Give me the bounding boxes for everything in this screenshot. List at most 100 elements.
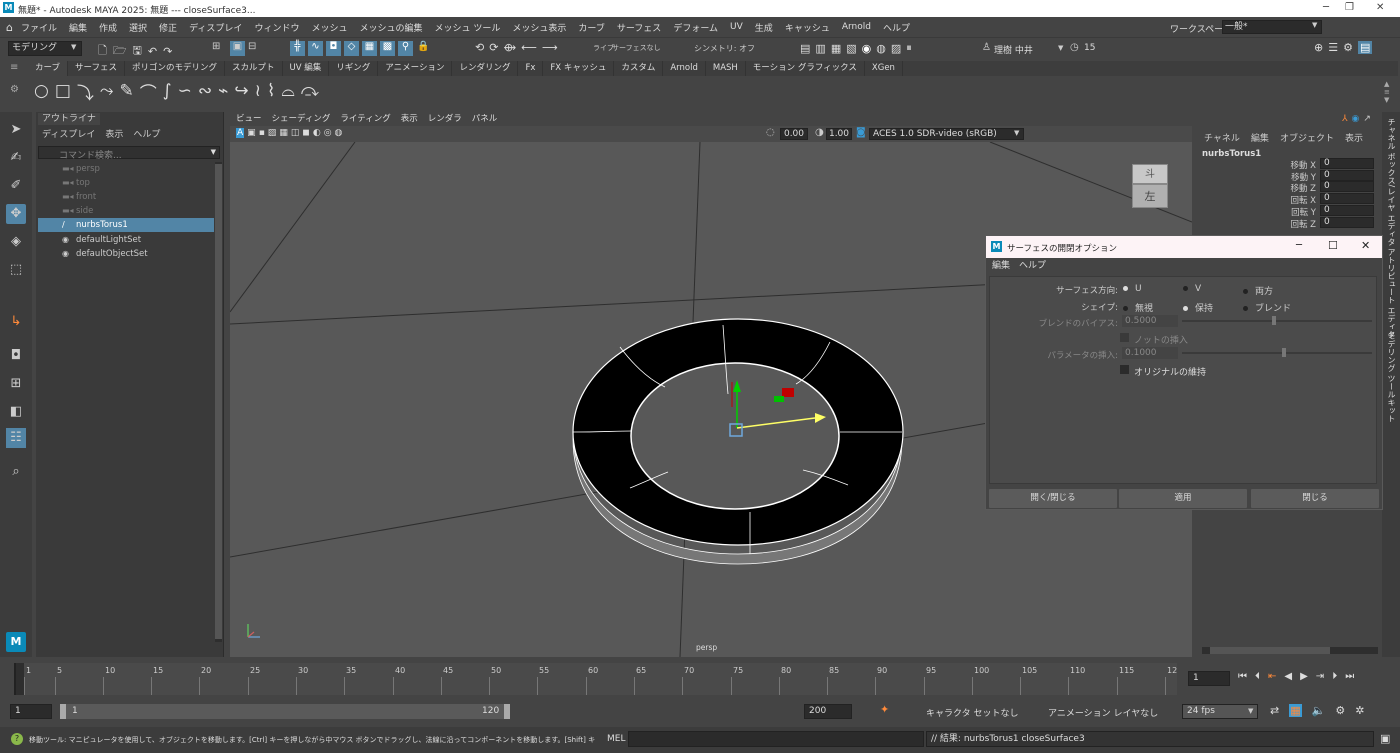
menu-item[interactable]: 作成 [99,21,117,34]
camera-attr-icon[interactable]: ▣ [247,128,256,138]
menu-item[interactable]: メッシュ [311,21,347,34]
minimize-button[interactable]: ─ [1323,2,1329,13]
attach-curves-icon[interactable]: ∽ [178,81,192,101]
shelf-tab[interactable]: アニメーション [378,61,453,76]
loop-icon[interactable]: ⇄ [1270,704,1279,717]
fillet-curve-icon[interactable]: ⤼ [301,81,319,101]
step-back-frame-icon[interactable]: ⏴ [1255,671,1260,682]
dialog-title-bar[interactable]: M サーフェスの開閉オプション ─ ☐ ✕ [986,236,1382,258]
home-icon[interactable]: ⌂ [6,21,13,34]
close-dialog-button[interactable]: 閉じる [1251,489,1379,508]
smooth-shade-icon[interactable]: ◼ [302,128,309,138]
channelbox-menu-item[interactable]: オブジェクト [1280,131,1334,144]
play-backward-icon[interactable]: ◀ [1284,671,1292,682]
settings-icon[interactable]: ✲ [1355,704,1364,717]
radio-button[interactable] [1183,286,1188,291]
radio-option[interactable]: 両方 [1243,284,1273,297]
shelf-scroll[interactable]: ▲ ≡ ▼ [1384,80,1390,104]
select-component-icon[interactable]: ⊟ [248,41,263,56]
view-cube-left[interactable]: 左 [1132,184,1168,208]
cv-curve-icon[interactable]: ⤵ [77,79,94,104]
workspace-dropdown-icon[interactable]: ▼ [1312,21,1317,29]
camera-select-icon[interactable]: A [236,128,245,138]
render-view-icon[interactable]: ▤ [800,42,810,55]
nurbs-torus[interactable] [572,318,904,565]
two-pane-icon[interactable]: ◧ [6,402,26,422]
output-ops-icon[interactable]: ⟴ [503,41,516,54]
pause-render-icon[interactable]: ⏸ [906,41,912,55]
insert-knot-checkbox[interactable] [1120,333,1129,342]
shelf-tab[interactable]: XGen [865,61,903,76]
sound-icon[interactable]: 🔈 [1312,704,1326,717]
shelf-tab[interactable]: UV 編集 [283,61,330,76]
menu-set-dropdown-icon[interactable]: ▼ [71,43,76,51]
channel-label[interactable]: 移動 X [1238,159,1316,171]
channelbox-menu-item[interactable]: 表示 [1345,131,1363,144]
shelf-tab[interactable]: スカルプト [225,61,283,76]
menu-item[interactable]: UV [730,22,743,32]
snap-curve-icon[interactable]: ∿ [308,41,323,56]
select-hierarchy-icon[interactable]: ⊞ [212,41,227,56]
time-slider-track[interactable]: 1 5 10 15 20 25 30 35 40 45 50 55 60 65 70 75 80 85 90 95 10… [14,663,1177,695]
current-frame-field[interactable]: 1 [1188,671,1230,686]
redo-icon[interactable]: ↷ [163,45,172,58]
image-plane-icon[interactable]: ▨ [268,128,277,138]
dialog-minimize-button[interactable]: ─ [1296,240,1302,251]
viewport-menu-item[interactable]: パネル [472,112,498,126]
menu-item[interactable]: メッシュの編集 [359,21,422,34]
channel-label[interactable]: 移動 Z [1238,182,1316,194]
user-name[interactable]: 理樹 中井 [994,43,1033,56]
radio-option[interactable]: 無視 [1123,301,1153,314]
offset-curve-icon[interactable]: ≀ [255,81,261,101]
xray-icon[interactable]: ◎ [324,128,332,138]
reverse-curve-icon[interactable]: ⌓ [281,81,294,101]
restore-button[interactable]: ❐ [1345,2,1354,13]
input-ops-icon[interactable]: ⟳ [489,41,498,54]
last-tool-icon[interactable]: ↳ [6,312,26,332]
menu-item[interactable]: 選択 [129,21,147,34]
radio-button[interactable] [1123,306,1128,311]
channel-value-field[interactable]: 0 [1320,158,1374,169]
channelbox-object-name[interactable]: nurbsTorus1 [1202,149,1261,159]
nurbs-circle-icon[interactable]: ○ [34,81,49,101]
snap-point-icon[interactable]: ◘ [326,41,341,56]
user-dropdown-icon[interactable]: ▼ [1058,44,1063,52]
channel-value-field[interactable]: 0 [1320,204,1374,216]
anim-prefs-icon[interactable]: ⚙ [1335,704,1345,717]
far-value-field[interactable]: 1.00 [826,128,852,140]
snap-pivot-icon[interactable]: ⚲ [398,41,413,56]
channel-label[interactable]: 回転 Y [1238,206,1316,218]
radio-option[interactable]: 保持 [1183,301,1213,314]
undo-icon[interactable]: ↶ [148,45,157,58]
close-button[interactable]: ✕ [1376,2,1384,13]
radio-option[interactable]: V [1183,284,1201,294]
workspace-select[interactable]: 一般* [1222,20,1322,34]
symmetry-select[interactable]: シンメトリ: オフ [694,43,755,54]
radio-option[interactable]: ブレンド [1243,301,1291,314]
side-tab[interactable]: アトリビュート エディタ [1386,248,1397,339]
channel-value-field[interactable]: 0 [1320,169,1374,181]
viewport-menu-item[interactable]: レンダラ [428,112,462,126]
shelf-tab[interactable]: モーション グラフィックス [746,61,865,76]
edit-outputs-icon[interactable]: ⟶ [542,41,558,54]
ipr-render-icon[interactable]: ▦ [831,42,841,55]
radio-button[interactable] [1243,306,1248,311]
outliner-scrollbar[interactable] [215,162,222,642]
outliner-search-input[interactable]: コマンド検索... [59,148,122,161]
rotate-tool-icon[interactable]: ◈ [6,232,26,252]
outliner-menu-item[interactable]: 表示 [105,127,123,140]
blend-bias-field[interactable]: 0.5000 [1122,315,1178,327]
outliner-item[interactable]: ∕ nurbsTorus1 [38,218,214,232]
colorspace-dropdown-icon[interactable]: ▼ [1014,129,1019,137]
lasso-tool-icon[interactable]: ✍ [6,148,26,168]
render-setup-icon[interactable]: ◍ [876,42,886,55]
snap-surface-icon[interactable]: ▦ [362,41,377,56]
channelbox-menu-item[interactable]: チャネル [1204,131,1240,144]
viewport-menu-item[interactable]: シェーディング [272,112,331,126]
menu-item[interactable]: デフォーム [673,21,718,34]
outliner-layout-icon[interactable]: ☷ [6,428,26,448]
bezier-curve-icon[interactable]: ∫ [163,81,172,101]
pencil-curve-icon[interactable]: ✎ [120,81,134,101]
time-slider[interactable]: 1 5 10 15 20 25 30 35 40 45 50 55 60 65 70 75 80 85 90 95 10… [0,660,1400,698]
shelf-tab[interactable]: カスタム [614,61,664,76]
